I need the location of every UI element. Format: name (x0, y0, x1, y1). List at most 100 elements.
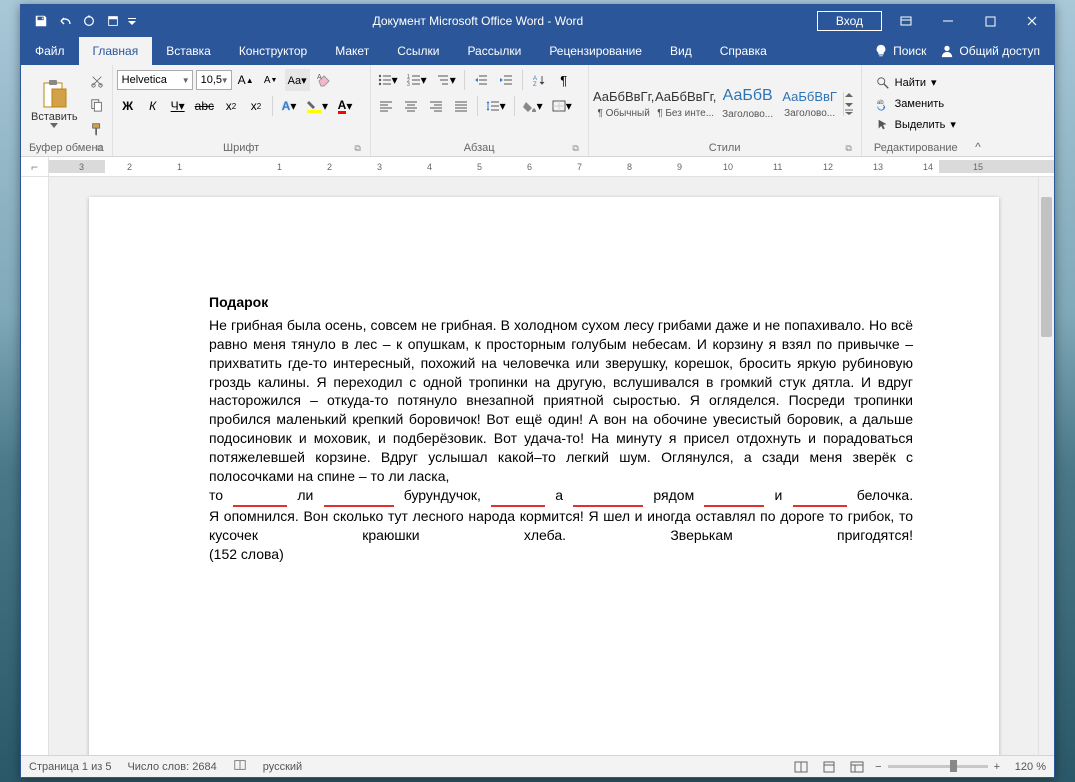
replace-icon: ab (876, 97, 890, 111)
status-words[interactable]: Число слов: 2684 (127, 761, 216, 773)
maximize-button[interactable] (972, 5, 1008, 37)
replace-button[interactable]: abЗаменить (872, 94, 960, 114)
tab-review[interactable]: Рецензирование (535, 37, 656, 65)
ribbon-display-options-button[interactable] (888, 5, 924, 37)
cut-button[interactable] (86, 70, 108, 92)
status-proof-icon[interactable] (233, 758, 247, 775)
style-heading1[interactable]: АаБбВЗаголово... (717, 76, 779, 132)
styles-launcher[interactable]: ⧉ (843, 143, 855, 155)
chevron-up-icon (844, 92, 854, 100)
style-nospacing[interactable]: АаБбВвГг,¶ Без инте... (655, 76, 717, 132)
justify-button[interactable] (450, 95, 472, 117)
sort-button[interactable]: AZ (528, 69, 550, 91)
redo-button[interactable] (77, 9, 101, 33)
align-center-button[interactable] (400, 95, 422, 117)
scrollbar-thumb[interactable] (1041, 197, 1052, 337)
svg-text:12: 12 (823, 162, 833, 172)
underline-button[interactable]: Ч▾ (167, 95, 189, 117)
tab-mailings[interactable]: Рассылки (453, 37, 535, 65)
tab-help[interactable]: Справка (706, 37, 781, 65)
line-spacing-button[interactable]: ▾ (483, 95, 509, 117)
superscript-button[interactable]: x2 (245, 95, 267, 117)
svg-text:3: 3 (377, 162, 382, 172)
shading-button[interactable]: ▾ (520, 95, 546, 117)
style-normal[interactable]: АаБбВвГг,¶ Обычный (593, 76, 655, 132)
minimize-button[interactable] (930, 5, 966, 37)
vertical-scrollbar[interactable] (1038, 177, 1054, 755)
bullets-button[interactable]: ▾ (375, 69, 401, 91)
indent-icon (499, 74, 513, 86)
read-mode-button[interactable] (791, 758, 811, 776)
format-painter-button[interactable] (86, 118, 108, 140)
document-scroll[interactable]: Подарок Не грибная была осень, совсем не… (49, 177, 1038, 755)
copy-button[interactable] (86, 94, 108, 116)
clipboard-launcher[interactable]: ⧉ (94, 143, 106, 155)
tell-me-search[interactable]: Поиск (874, 44, 926, 58)
font-launcher[interactable]: ⧉ (352, 143, 364, 155)
italic-button[interactable]: К (142, 95, 164, 117)
subscript-button[interactable]: x2 (220, 95, 242, 117)
shrink-font-button[interactable]: A▼ (260, 69, 282, 91)
align-left-icon (379, 100, 393, 112)
strike-button[interactable]: abc (192, 95, 217, 117)
tab-layout[interactable]: Макет (321, 37, 383, 65)
paste-button[interactable]: Вставить (25, 77, 84, 130)
font-color-button[interactable]: A▾ (334, 95, 356, 117)
svg-text:1: 1 (177, 162, 182, 172)
print-layout-button[interactable] (819, 758, 839, 776)
show-marks-button[interactable]: ¶ (553, 69, 575, 91)
bold-button[interactable]: Ж (117, 95, 139, 117)
highlight-button[interactable]: ▾ (303, 95, 331, 117)
status-page[interactable]: Страница 1 из 5 (29, 761, 111, 773)
change-case-button[interactable]: Aa▾ (285, 69, 310, 91)
chevron-down-icon (844, 100, 854, 108)
svg-text:1: 1 (407, 74, 410, 80)
tab-file[interactable]: Файл (21, 37, 79, 65)
customize-qat-button[interactable] (101, 9, 125, 33)
signin-button[interactable]: Вход (817, 11, 882, 31)
paragraph-launcher[interactable]: ⧉ (570, 143, 582, 155)
ruler-corner[interactable]: ⌐ (21, 157, 49, 176)
save-button[interactable] (29, 9, 53, 33)
undo-button[interactable] (53, 9, 77, 33)
search-icon (876, 76, 890, 90)
tab-home[interactable]: Главная (79, 37, 153, 65)
styles-more-button[interactable] (843, 92, 857, 116)
multilevel-button[interactable]: ▾ (433, 69, 459, 91)
grow-font-button[interactable]: A▲ (235, 69, 257, 91)
share-button[interactable]: Общий доступ (940, 44, 1040, 58)
font-size-combo[interactable]: 10,5▼ (196, 70, 232, 90)
borders-button[interactable]: ▾ (549, 95, 575, 117)
zoom-out-button[interactable]: − (875, 761, 881, 773)
lightbulb-icon (874, 44, 888, 58)
select-button[interactable]: Выделить ▾ (872, 115, 960, 135)
tab-design[interactable]: Конструктор (225, 37, 321, 65)
qat-more-button[interactable] (125, 9, 139, 33)
align-right-button[interactable] (425, 95, 447, 117)
group-editing: Найти ▾ abЗаменить Выделить ▾ Редактиров… (862, 65, 970, 156)
share-label: Общий доступ (959, 44, 1040, 58)
align-left-button[interactable] (375, 95, 397, 117)
status-lang[interactable]: русский (263, 761, 302, 773)
page[interactable]: Подарок Не грибная была осень, совсем не… (89, 197, 999, 755)
tab-view[interactable]: Вид (656, 37, 706, 65)
zoom-slider[interactable] (888, 765, 988, 768)
vertical-ruler[interactable] (21, 177, 49, 755)
style-heading2[interactable]: АаБбВвГЗаголово... (779, 76, 841, 132)
collapse-ribbon-button[interactable]: ^ (970, 65, 986, 156)
group-paragraph: ▾ 123▾ ▾ AZ ¶ ▾ (371, 65, 589, 156)
horizontal-ruler[interactable]: 321 1234 5678 9101112 131415 (49, 157, 1054, 176)
text-effects-button[interactable]: A▾ (278, 95, 300, 117)
zoom-in-button[interactable]: + (994, 761, 1000, 773)
clear-format-button[interactable]: A (313, 69, 335, 91)
zoom-value[interactable]: 120 % (1006, 761, 1046, 773)
numbering-button[interactable]: 123▾ (404, 69, 430, 91)
close-button[interactable] (1014, 5, 1050, 37)
increase-indent-button[interactable] (495, 69, 517, 91)
find-button[interactable]: Найти ▾ (872, 73, 960, 93)
web-layout-button[interactable] (847, 758, 867, 776)
tab-insert[interactable]: Вставка (152, 37, 225, 65)
decrease-indent-button[interactable] (470, 69, 492, 91)
font-name-combo[interactable]: Helvetica▼ (117, 70, 193, 90)
tab-references[interactable]: Ссылки (383, 37, 453, 65)
